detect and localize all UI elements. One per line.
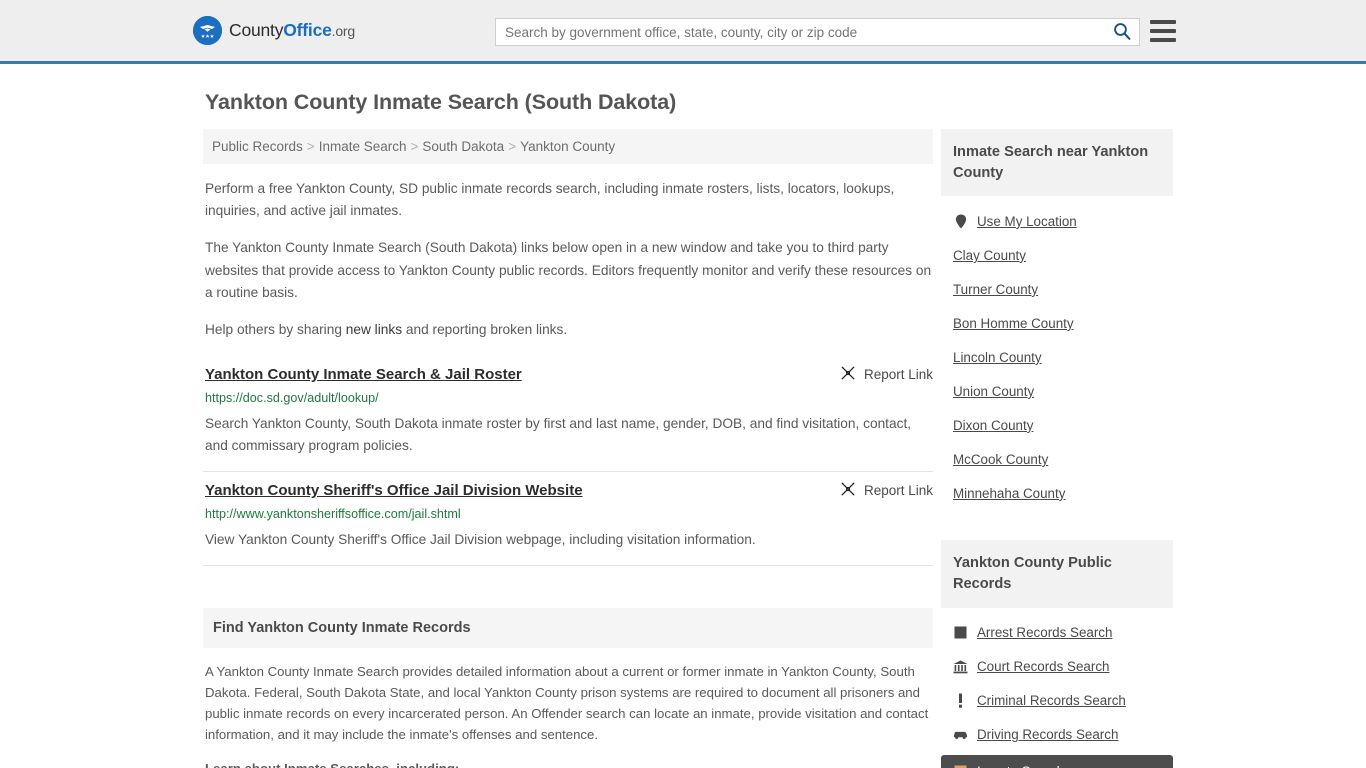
- sidebar-item-label: Minnehaha County: [953, 485, 1066, 501]
- find-records-heading: Find Yankton County Inmate Records: [203, 607, 933, 648]
- breadcrumb-item-south-dakota[interactable]: South Dakota: [422, 139, 504, 154]
- sidebar-item-clay-county[interactable]: Clay County: [941, 238, 1173, 272]
- sidebar-item-use-my-location[interactable]: Use My Location: [941, 204, 1173, 238]
- content-layout: Public Records > Inmate Search > South Dakot…: [203, 129, 1173, 768]
- intro-paragraph-2: The Yankton County Inmate Search (South …: [205, 240, 932, 300]
- broken-link-icon: [840, 481, 856, 500]
- sidebar-public-records-heading: Yankton County Public Records: [941, 540, 1173, 608]
- sidebar-item-label: Court Records Search: [977, 659, 1110, 675]
- search-icon: [1113, 22, 1131, 43]
- sidebar-item-label: Use My Location: [977, 213, 1077, 229]
- sidebar-item-label: Driving Records Search: [977, 727, 1119, 743]
- sidebar-item-driving-records-search[interactable]: Driving Records Search: [941, 718, 1173, 752]
- sidebar-item-criminal-records-search[interactable]: Criminal Records Search: [941, 684, 1173, 718]
- sidebar-item-minnehaha-county[interactable]: Minnehaha County: [941, 476, 1173, 510]
- hamburger-bar-3: [1150, 38, 1176, 42]
- sidebar-item-label: Turner County: [953, 281, 1039, 297]
- sidebar-nearby-heading: Inmate Search near Yankton County: [941, 129, 1173, 197]
- result-title-link[interactable]: Yankton County Sheriff's Office Jail Div…: [205, 480, 583, 502]
- site-header: CountyOffice.org: [0, 0, 1366, 64]
- result-entry: Yankton County Sheriff's Office Jail Div…: [203, 472, 933, 566]
- eagle-shield-logo-icon: [193, 16, 222, 45]
- sidebar-item-label: Lincoln County: [953, 349, 1042, 365]
- hamburger-bar-2: [1150, 29, 1176, 33]
- sidebar-nearby-list: Use My Location Clay County Turner Count…: [941, 196, 1173, 510]
- result-header: Yankton County Sheriff's Office Jail Div…: [205, 480, 933, 502]
- report-link-label: Report Link: [863, 367, 933, 383]
- brand-part-office: Office: [283, 20, 332, 40]
- inmate-icon: [953, 764, 968, 768]
- fingerprint-square-icon: [953, 625, 968, 640]
- courthouse-icon: [953, 659, 968, 674]
- sidebar: Inmate Search near Yankton County Use My…: [941, 129, 1173, 768]
- learn-heading: Learn about Inmate Searches, including:: [205, 759, 931, 768]
- breadcrumb-separator: >: [306, 139, 315, 154]
- report-link-button[interactable]: Report Link: [840, 364, 933, 384]
- sidebar-item-label: Bon Homme County: [953, 315, 1074, 331]
- sidebar-item-union-county[interactable]: Union County: [941, 374, 1173, 408]
- sidebar-item-label: McCook County: [953, 451, 1049, 467]
- sidebar-item-label: Criminal Records Search: [977, 693, 1126, 709]
- find-records-paragraph: A Yankton County Inmate Search provides …: [205, 663, 929, 742]
- page-container: Yankton County Inmate Search (South Dako…: [0, 90, 1366, 768]
- sidebar-item-inmate-search[interactable]: Inmate Search: [941, 754, 1173, 768]
- search-bar: [495, 18, 1140, 46]
- result-url: http://www.yanktonsheriffsoffice.com/jai…: [205, 506, 461, 521]
- sidebar-item-arrest-records-search[interactable]: Arrest Records Search: [941, 616, 1173, 650]
- breadcrumb-item-inmate-search[interactable]: Inmate Search: [319, 139, 407, 154]
- find-records-body: A Yankton County Inmate Search provides …: [203, 648, 933, 768]
- site-logo[interactable]: CountyOffice.org: [193, 16, 355, 45]
- sidebar-item-lincoln-county[interactable]: Lincoln County: [941, 340, 1173, 374]
- hamburger-bar-1: [1150, 20, 1176, 24]
- new-links-link[interactable]: new links: [346, 322, 402, 337]
- result-title-link[interactable]: Yankton County Inmate Search & Jail Rost…: [205, 364, 522, 386]
- report-link-button[interactable]: Report Link: [840, 480, 933, 500]
- site-logo-text: CountyOffice.org: [229, 20, 355, 41]
- search-input[interactable]: [496, 19, 1105, 45]
- breadcrumb-separator: >: [508, 139, 517, 154]
- result-description: View Yankton County Sheriff's Office Jai…: [205, 531, 756, 547]
- result-description: Search Yankton County, South Dakota inma…: [205, 415, 912, 453]
- map-pin-icon: [953, 214, 968, 229]
- breadcrumb: Public Records > Inmate Search > South Dakot…: [203, 129, 933, 164]
- intro-paragraph-1: Perform a free Yankton County, SD public…: [205, 181, 895, 219]
- sidebar-item-court-records-search[interactable]: Court Records Search: [941, 650, 1173, 684]
- breadcrumb-item-yankton-county[interactable]: Yankton County: [520, 139, 615, 154]
- exclamation-icon: [953, 693, 968, 709]
- share-text-before: Help others by sharing: [205, 321, 346, 337]
- search-button[interactable]: [1105, 19, 1139, 45]
- sidebar-item-label: Inmate Search: [977, 764, 1064, 768]
- breadcrumb-item-public-records[interactable]: Public Records: [212, 139, 303, 154]
- page-title: Yankton County Inmate Search (South Dako…: [205, 90, 677, 114]
- result-url: https://doc.sd.gov/adult/lookup/: [205, 390, 379, 405]
- sidebar-item-mccook-county[interactable]: McCook County: [941, 442, 1173, 476]
- sidebar-item-bon-homme-county[interactable]: Bon Homme County: [941, 306, 1173, 340]
- main-column: Public Records > Inmate Search > South Dakot…: [203, 129, 933, 768]
- sidebar-item-label: Dixon County: [953, 417, 1034, 433]
- brand-part-tld: .org: [331, 23, 356, 39]
- sidebar-public-records-block: Yankton County Public Records Arrest Rec…: [941, 540, 1173, 768]
- sidebar-item-label: Arrest Records Search: [977, 625, 1113, 641]
- sidebar-item-turner-county[interactable]: Turner County: [941, 272, 1173, 306]
- share-text-after: and reporting broken links.: [402, 321, 568, 337]
- report-link-label: Report Link: [863, 483, 933, 499]
- result-entry: Yankton County Inmate Search & Jail Rost…: [203, 356, 933, 473]
- sidebar-public-records-list: Arrest Records Search Court Records Sear…: [941, 608, 1173, 768]
- result-header: Yankton County Inmate Search & Jail Rost…: [205, 364, 933, 386]
- intro-paragraph-3: Help others by sharing new links and rep…: [205, 319, 933, 341]
- breadcrumb-separator: >: [410, 139, 419, 154]
- hamburger-menu-icon[interactable]: [1150, 20, 1176, 42]
- brand-part-county: County: [229, 20, 284, 40]
- sidebar-item-label: Union County: [953, 383, 1035, 399]
- sidebar-item-label: Clay County: [953, 247, 1026, 263]
- sidebar-item-dixon-county[interactable]: Dixon County: [941, 408, 1173, 442]
- broken-link-icon: [840, 365, 856, 384]
- car-icon: [953, 727, 968, 742]
